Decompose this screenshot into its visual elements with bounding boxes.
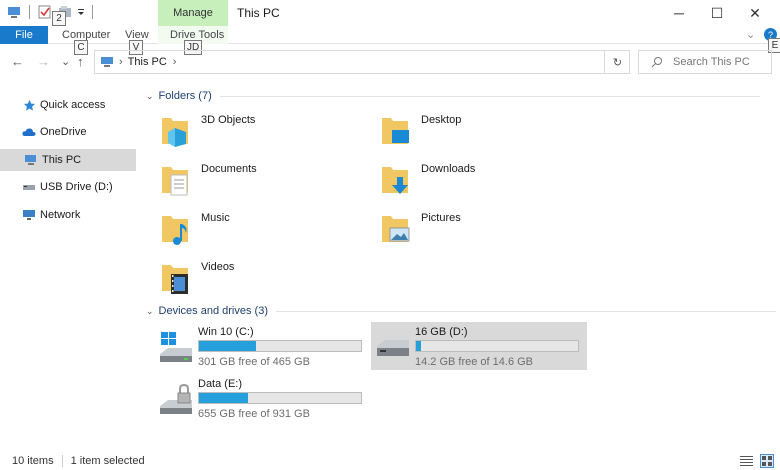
- breadcrumb-separator: ›: [119, 56, 123, 68]
- navigation-pane: Quick access OneDrive This PC USB Drive …: [0, 86, 136, 446]
- folder-videos[interactable]: Videos: [146, 253, 356, 299]
- back-button[interactable]: ←: [11, 54, 24, 69]
- breadcrumb-separator: ›: [172, 56, 177, 68]
- usb-drive-icon: [22, 180, 36, 194]
- window-title: This PC: [237, 6, 280, 20]
- folder-downloads[interactable]: Downloads: [366, 155, 576, 201]
- ribbon-tabs: File Computer View Drive Tools C V JD ⌄ …: [0, 26, 780, 55]
- customize-toolbar-icon[interactable]: [77, 4, 85, 20]
- folder-label: Pictures: [421, 212, 461, 224]
- folder-3d-objects[interactable]: 3D Objects: [146, 106, 356, 152]
- status-bar: 10 items 1 item selected: [0, 452, 780, 470]
- locked-drive-icon: [158, 383, 194, 418]
- quick-access-toolbar: [6, 4, 96, 20]
- drive-usage-fill: [199, 341, 256, 351]
- toolbar-divider: [92, 5, 93, 19]
- folder-documents[interactable]: Documents: [146, 155, 356, 201]
- drive-e[interactable]: Data (E:) 655 GB free of 931 GB: [154, 374, 370, 422]
- videos-folder-icon: [160, 261, 190, 295]
- tiles-view-icon[interactable]: [760, 454, 774, 468]
- computer-icon: [6, 4, 22, 20]
- sidebar-item-label: Quick access: [40, 99, 106, 111]
- tab-manage[interactable]: Manage: [158, 0, 228, 26]
- sidebar-item-network[interactable]: Network: [0, 204, 136, 226]
- details-view-icon[interactable]: [740, 455, 753, 470]
- drive-usage-bar: [198, 392, 362, 404]
- drive-c[interactable]: Win 10 (C:) 301 GB free of 465 GB: [154, 322, 370, 370]
- section-divider: [275, 310, 776, 312]
- section-title: Devices and drives (3): [158, 305, 268, 317]
- sidebar-item-label: This PC: [42, 154, 82, 166]
- folder-label: Downloads: [421, 163, 476, 175]
- title-bar: 2 Manage This PC ─ ☐ ✕: [0, 0, 780, 26]
- drive-name: Data (E:): [198, 378, 243, 390]
- sidebar-item-onedrive[interactable]: OneDrive: [0, 121, 136, 143]
- search-input[interactable]: Search This PC: [638, 50, 772, 74]
- search-placeholder: Search This PC: [673, 56, 750, 68]
- folder-label: Videos: [201, 261, 235, 273]
- tab-file[interactable]: File: [0, 26, 48, 44]
- item-count: 10 items: [12, 455, 54, 467]
- drive-usage-bar: [415, 340, 579, 352]
- address-bar[interactable]: › This PC ›: [94, 50, 630, 74]
- star-icon: [22, 98, 36, 112]
- drive-usage-fill: [199, 393, 248, 403]
- cloud-icon: [22, 125, 36, 139]
- drive-free-space: 301 GB free of 465 GB: [198, 356, 310, 368]
- 3d-objects-folder-icon: [160, 114, 190, 148]
- keytip-qat: 2: [52, 11, 66, 26]
- sidebar-item-quick-access[interactable]: Quick access: [0, 94, 136, 116]
- downloads-folder-icon: [380, 163, 410, 197]
- folder-desktop[interactable]: Desktop: [366, 106, 576, 152]
- close-button[interactable]: ✕: [736, 0, 774, 26]
- up-button[interactable]: ↑: [77, 54, 84, 69]
- expand-ribbon-icon[interactable]: ⌄: [746, 28, 755, 41]
- folder-label: Desktop: [421, 114, 462, 126]
- forward-button[interactable]: →: [37, 54, 50, 69]
- section-title: Folders (7): [158, 90, 212, 102]
- selection-count: 1 item selected: [70, 455, 145, 467]
- network-icon: [22, 208, 36, 222]
- usb-drive-icon: [375, 336, 411, 370]
- windows-drive-icon: [158, 332, 194, 366]
- sidebar-item-label: Network: [40, 209, 81, 221]
- recent-locations-button[interactable]: ⌄: [61, 55, 70, 68]
- sidebar-item-label: OneDrive: [40, 126, 87, 138]
- folder-label: Music: [201, 212, 230, 224]
- computer-icon: [100, 55, 114, 69]
- computer-icon: [24, 153, 38, 167]
- properties-icon[interactable]: [37, 4, 53, 20]
- folders-section-header[interactable]: ⌄ Folders (7): [146, 90, 760, 102]
- drive-name: 16 GB (D:): [415, 326, 468, 338]
- folder-music[interactable]: Music: [146, 204, 356, 250]
- maximize-button[interactable]: ☐: [698, 0, 736, 26]
- sidebar-item-this-pc[interactable]: This PC: [0, 149, 136, 171]
- toolbar-divider: [29, 5, 30, 19]
- breadcrumb-this-pc[interactable]: This PC: [128, 56, 167, 68]
- refresh-button[interactable]: ↻: [604, 50, 630, 74]
- music-folder-icon: [160, 212, 190, 246]
- pictures-folder-icon: [380, 212, 410, 246]
- documents-folder-icon: [160, 163, 190, 197]
- folder-label: 3D Objects: [201, 114, 256, 126]
- folder-label: Documents: [201, 163, 257, 175]
- drive-usage-fill: [416, 341, 421, 351]
- status-divider: [61, 455, 63, 467]
- folder-pictures[interactable]: Pictures: [366, 204, 576, 250]
- drive-d[interactable]: 16 GB (D:) 14.2 GB free of 14.6 GB: [371, 322, 587, 370]
- search-icon: [651, 56, 663, 68]
- section-divider: [219, 95, 760, 97]
- sidebar-item-usb-drive[interactable]: USB Drive (D:): [0, 176, 136, 198]
- collapse-icon: ⌄: [146, 305, 154, 316]
- minimize-button[interactable]: ─: [660, 0, 698, 26]
- drives-section-header[interactable]: ⌄ Devices and drives (3): [146, 305, 776, 317]
- drive-free-space: 655 GB free of 931 GB: [198, 408, 310, 420]
- collapse-icon: ⌄: [146, 90, 154, 101]
- drive-usage-bar: [198, 340, 362, 352]
- desktop-folder-icon: [380, 114, 410, 148]
- drive-free-space: 14.2 GB free of 14.6 GB: [415, 356, 534, 368]
- sidebar-item-label: USB Drive (D:): [40, 181, 113, 193]
- drive-name: Win 10 (C:): [198, 326, 254, 338]
